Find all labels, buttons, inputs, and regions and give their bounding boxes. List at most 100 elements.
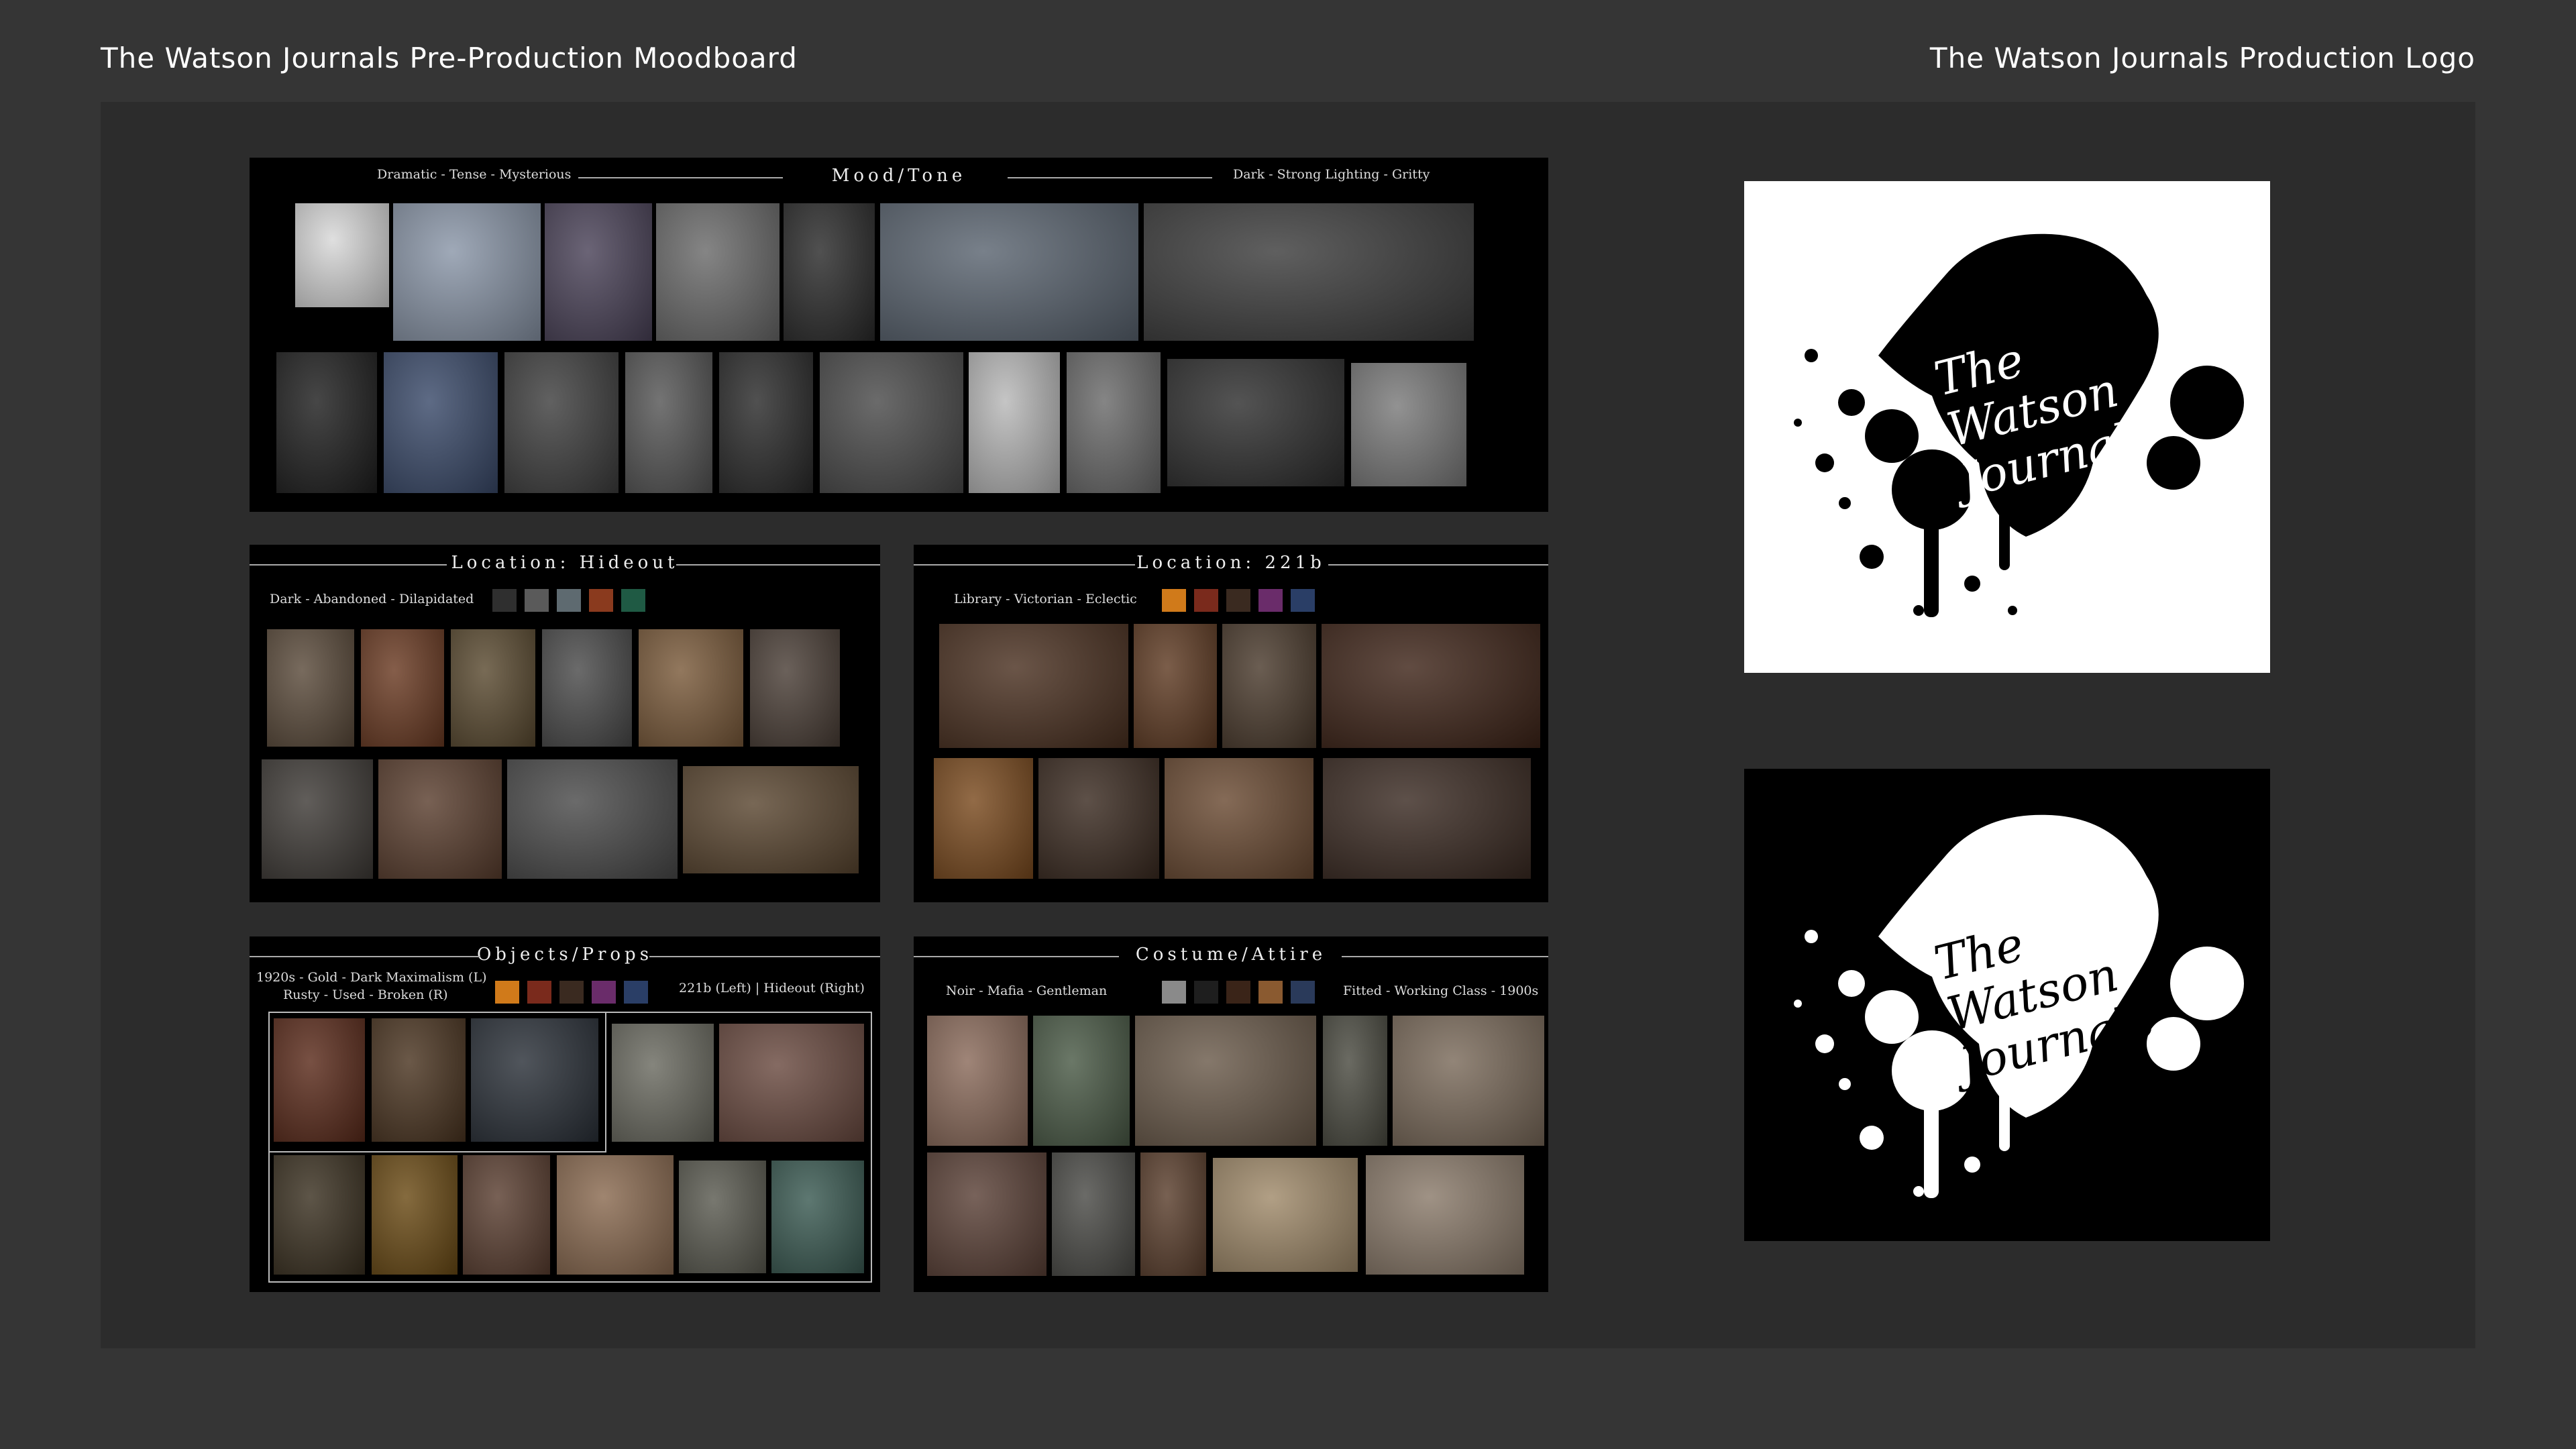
mood-image: [719, 352, 813, 493]
hideout-image: [262, 759, 373, 879]
props-image: [463, 1155, 550, 1275]
color-swatch: [1194, 981, 1218, 1004]
color-swatch: [1258, 589, 1283, 612]
props-image: [274, 1155, 365, 1275]
props-image: [471, 1018, 598, 1142]
color-swatch: [624, 981, 648, 1004]
divider: [250, 564, 447, 566]
mood-image: [384, 352, 498, 493]
color-swatch: [1162, 589, 1186, 612]
location-hideout-panel: Location: Hideout Dark - Abandoned - Dil…: [250, 545, 880, 902]
221b-image: [939, 624, 1128, 748]
hideout-keywords: Dark - Abandoned - Dilapidated: [270, 592, 474, 606]
mood-image: [656, 203, 780, 341]
location-221b-heading: Location: 221b: [1136, 553, 1326, 573]
divider: [578, 177, 783, 178]
color-swatch: [557, 589, 581, 612]
costume-attire-panel: Costume/Attire Noir - Mafia - Gentleman …: [914, 936, 1548, 1292]
hideout-image: [683, 766, 859, 873]
mood-right-keywords: Dark - Strong Lighting - Gritty: [1233, 167, 1430, 182]
mood-image: [393, 203, 541, 341]
221b-image: [934, 758, 1033, 879]
logo-light-version: The Watson Journals: [1744, 181, 2270, 673]
mood-image: [1351, 363, 1466, 486]
hideout-image: [507, 759, 678, 879]
location-221b-panel: Location: 221b Library - Victorian - Ecl…: [914, 545, 1548, 902]
props-image: [771, 1161, 864, 1273]
221b-color-palette: [1162, 589, 1315, 612]
mood-image: [820, 352, 963, 493]
mood-image: [504, 352, 619, 493]
props-image: [274, 1018, 365, 1142]
color-swatch: [1226, 981, 1250, 1004]
props-image: [557, 1155, 674, 1275]
hideout-image: [378, 759, 502, 879]
costume-image: [1140, 1152, 1206, 1276]
hideout-image: [639, 629, 743, 747]
divider: [914, 564, 1135, 566]
props-image: [679, 1161, 766, 1273]
221b-image: [1165, 758, 1313, 879]
hideout-image: [750, 629, 840, 747]
props-color-palette: [495, 981, 648, 1004]
hideout-image: [267, 629, 354, 747]
objects-props-heading: Objects/Props: [476, 945, 653, 965]
mood-image: [1167, 359, 1344, 486]
hideout-image: [451, 629, 535, 747]
mood-image: [625, 352, 712, 493]
mood-image: [276, 352, 377, 493]
mood-left-keywords: Dramatic - Tense - Mysterious: [377, 167, 572, 182]
mood-image: [969, 352, 1060, 493]
221b-image: [1322, 624, 1540, 748]
221b-image: [1134, 624, 1217, 748]
hideout-image: [361, 629, 444, 747]
221b-image: [1323, 758, 1531, 879]
color-swatch: [1226, 589, 1250, 612]
props-left-keywords-2: Rusty - Used - Broken (R): [283, 987, 448, 1002]
location-hideout-heading: Location: Hideout: [451, 553, 679, 573]
divider: [914, 956, 1119, 957]
divider: [649, 956, 880, 957]
divider: [1008, 177, 1212, 178]
divider: [1342, 956, 1548, 957]
costume-color-palette: [1162, 981, 1315, 1004]
color-swatch: [1194, 589, 1218, 612]
color-swatch: [589, 589, 613, 612]
mood-image: [295, 203, 389, 307]
divider: [676, 564, 880, 566]
costume-image: [1052, 1152, 1135, 1276]
costume-image: [1213, 1158, 1358, 1272]
costume-right-keywords: Fitted - Working Class - 1900s: [1343, 983, 1539, 998]
logo-section-title: The Watson Journals Production Logo: [1929, 42, 2475, 74]
costume-image: [1366, 1155, 1524, 1275]
color-swatch: [621, 589, 645, 612]
color-swatch: [1258, 981, 1283, 1004]
costume-image: [1033, 1016, 1130, 1146]
mood-tone-panel: Mood/Tone Dramatic - Tense - Mysterious …: [250, 158, 1548, 512]
page-title: The Watson Journals Pre-Production Moodb…: [101, 42, 798, 74]
props-image: [719, 1024, 864, 1142]
color-swatch: [492, 589, 517, 612]
props-image: [372, 1155, 458, 1275]
hideout-color-palette: [492, 589, 645, 612]
color-swatch: [1291, 981, 1315, 1004]
mood-image: [784, 203, 875, 341]
costume-attire-heading: Costume/Attire: [1135, 945, 1327, 965]
props-right-keywords: 221b (Left) | Hideout (Right): [679, 981, 865, 996]
mood-image: [545, 203, 652, 341]
costume-image: [1393, 1016, 1544, 1146]
color-swatch: [525, 589, 549, 612]
color-swatch: [1162, 981, 1186, 1004]
color-swatch: [592, 981, 616, 1004]
221b-keywords: Library - Victorian - Eclectic: [954, 592, 1137, 606]
color-swatch: [1291, 589, 1315, 612]
logo-dark-version: The Watson Journals: [1744, 769, 2270, 1241]
objects-props-panel: Objects/Props 1920s - Gold - Dark Maxima…: [250, 936, 880, 1292]
props-image: [372, 1018, 466, 1142]
costume-image: [927, 1016, 1028, 1146]
hideout-image: [542, 629, 632, 747]
color-swatch: [559, 981, 584, 1004]
costume-image: [1323, 1016, 1387, 1146]
costume-image: [927, 1152, 1046, 1276]
mood-image: [880, 203, 1138, 341]
